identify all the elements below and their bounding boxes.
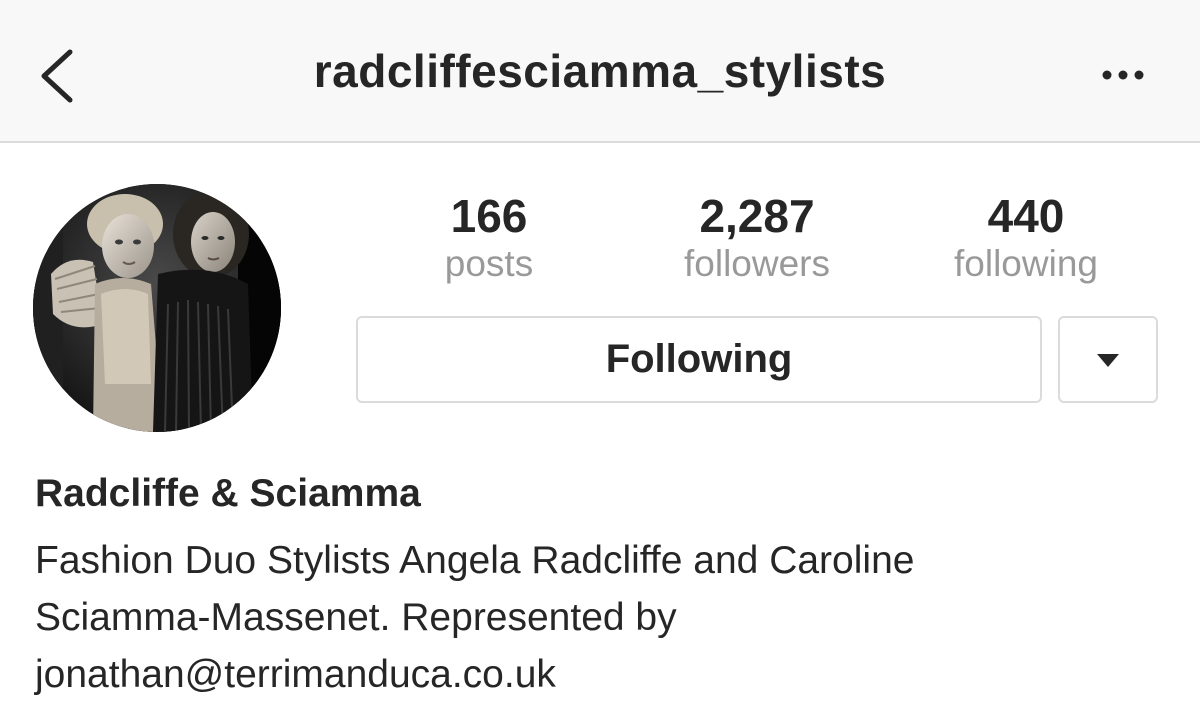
- followers-count: 2,287: [699, 190, 815, 242]
- posts-count: 166: [450, 190, 528, 242]
- following-label: following: [954, 243, 1098, 284]
- following-button[interactable]: Following: [356, 316, 1042, 403]
- back-button[interactable]: [30, 40, 90, 110]
- bio-line: Sciamma-Massenet. Represented by: [35, 596, 677, 639]
- caret-down-icon: [1097, 353, 1119, 367]
- profile-bio: Fashion Duo Stylists Angela Radcliffe an…: [35, 532, 1175, 703]
- bio-line: Fashion Duo Stylists Angela Radcliffe an…: [35, 539, 915, 582]
- bio-email-link[interactable]: jonathan@terrimanduca.co.uk: [35, 646, 1175, 703]
- followers-stat[interactable]: 2,287 followers: [637, 190, 877, 286]
- posts-label: posts: [444, 243, 534, 284]
- navigation-header: radcliffesciamma_stylists: [0, 0, 1200, 143]
- following-count: 440: [987, 190, 1065, 242]
- ellipsis-icon: [1102, 70, 1144, 80]
- chevron-left-icon: [41, 49, 73, 103]
- posts-stat[interactable]: 166 posts: [369, 190, 609, 286]
- profile-username-title: radcliffesciamma_stylists: [313, 45, 887, 97]
- profile-avatar[interactable]: [33, 184, 281, 432]
- suggested-accounts-dropdown-button[interactable]: [1058, 316, 1158, 403]
- following-stat[interactable]: 440 following: [906, 190, 1146, 286]
- followers-label: followers: [684, 243, 830, 284]
- avatar-photo: [33, 184, 281, 432]
- more-options-button[interactable]: [1090, 55, 1160, 95]
- profile-display-name: Radcliffe & Sciamma: [35, 472, 421, 515]
